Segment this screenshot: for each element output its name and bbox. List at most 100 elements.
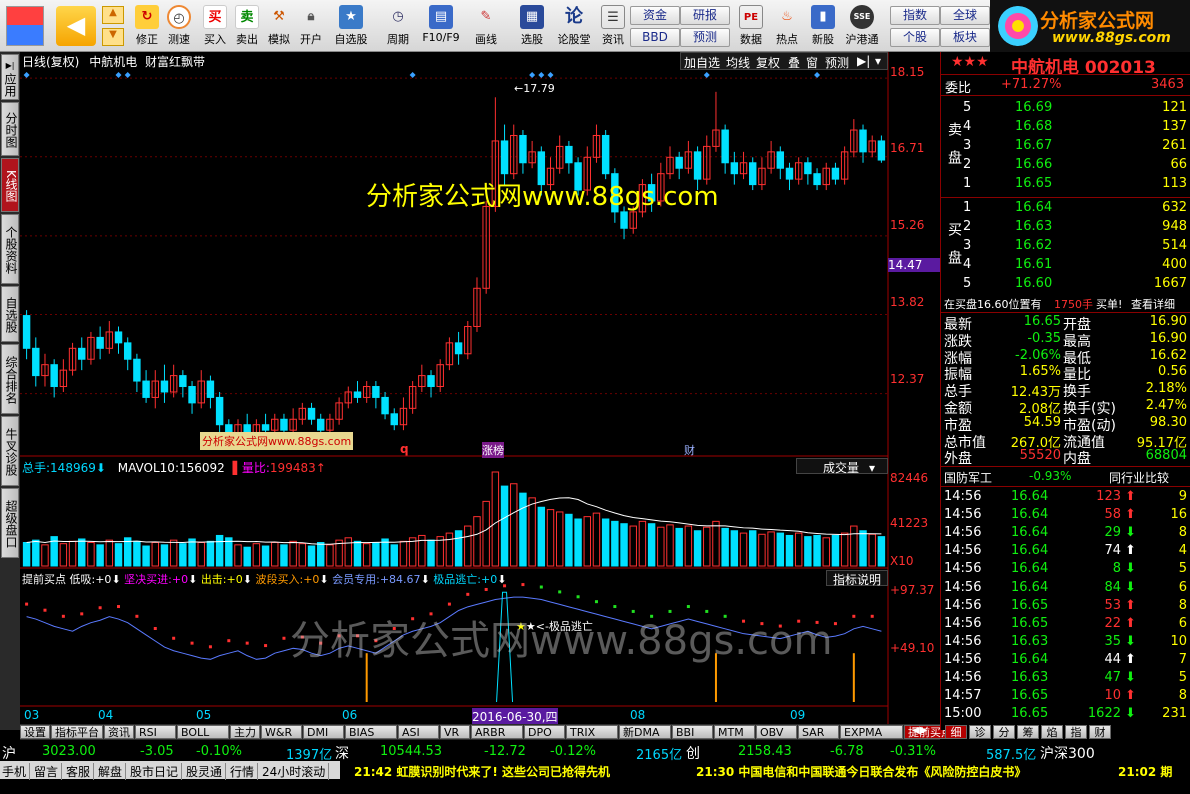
- indicator-tab[interactable]: TRIX: [566, 725, 618, 739]
- stock-picker-button[interactable]: ▦ 选股: [512, 3, 552, 49]
- forecast-button[interactable]: 预测: [680, 28, 730, 47]
- date-marker: 2016-06-30,四: [472, 708, 558, 725]
- research-button[interactable]: 研报: [680, 6, 730, 25]
- hotspot-button[interactable]: ♨ 热点: [770, 3, 804, 49]
- bottom-link[interactable]: 手机: [2, 763, 31, 780]
- add-watch-link[interactable]: 加自选: [684, 54, 720, 71]
- indicator-tab[interactable]: BIAS: [345, 725, 397, 739]
- f10-button[interactable]: ▤ F10/F9: [420, 3, 462, 49]
- expand-icon[interactable]: ▶|: [857, 54, 870, 68]
- quote-tab[interactable]: 指: [1065, 725, 1087, 739]
- indicator-tab[interactable]: ASI: [398, 725, 439, 739]
- indicator-tab[interactable]: MTM: [714, 725, 755, 739]
- tab-app[interactable]: ▶| 应用: [1, 54, 19, 100]
- indicator-tab[interactable]: DMI: [303, 725, 344, 739]
- indicator-dropdown[interactable]: 成交量 ▾: [796, 458, 888, 475]
- app-logo-icon[interactable]: [6, 6, 44, 46]
- tab-kline[interactable]: K线图: [1, 158, 19, 212]
- news-button[interactable]: ☰ 资讯: [596, 3, 630, 49]
- indicator-tab[interactable]: VR: [440, 725, 470, 739]
- ma-link[interactable]: 均线: [726, 54, 750, 71]
- data-button[interactable]: PE 数据: [734, 3, 768, 49]
- tab-diagnose[interactable]: 牛叉诊股: [1, 416, 19, 486]
- lock-icon: 🔒︎: [307, 9, 315, 24]
- view-detail-link[interactable]: 查看详细: [1131, 296, 1175, 312]
- correct-button[interactable]: ↻ 修正: [130, 3, 164, 49]
- ipo-button[interactable]: ▮ 新股: [806, 3, 840, 49]
- forecast-link[interactable]: 预测: [825, 54, 849, 71]
- tab-scroll-icon[interactable]: ◀▶: [912, 725, 940, 739]
- quote-tab[interactable]: 诊: [969, 725, 991, 739]
- chart-area[interactable]: 日线(复权) 中航机电 财富红飘带 加自选 均线 复权 叠 窗 预测 ▶| ▾ …: [20, 52, 940, 725]
- quote-tab[interactable]: 筹: [1017, 725, 1039, 739]
- tab-watchlist[interactable]: 自选股: [1, 286, 19, 342]
- overlay-link[interactable]: 叠: [788, 54, 800, 71]
- bottom-link[interactable]: 留言: [34, 763, 63, 780]
- volume-bar: [840, 532, 849, 567]
- open-account-button[interactable]: 🔒︎ 开户: [294, 3, 328, 49]
- speedtest-button[interactable]: ◴ 测速: [162, 3, 196, 49]
- indicator-tab[interactable]: RSI: [135, 725, 176, 739]
- indicator-tab[interactable]: W&R: [261, 725, 302, 739]
- indicator-help-button[interactable]: 指标说明: [826, 570, 888, 587]
- funds-button[interactable]: 资金: [630, 6, 680, 25]
- bottom-link[interactable]: 解盘: [98, 763, 127, 780]
- sell-button[interactable]: 卖卖出: [230, 3, 264, 49]
- dropdown-icon[interactable]: ▾: [875, 54, 881, 68]
- indicator-tab[interactable]: EXPMA: [840, 725, 903, 739]
- indicator-tab[interactable]: 资讯: [104, 725, 134, 739]
- tab-ranking[interactable]: 综合排名: [1, 344, 19, 414]
- back-arrow-icon[interactable]: ◀: [56, 6, 96, 46]
- global-button[interactable]: 全球: [940, 6, 990, 25]
- adjust-link[interactable]: 复权: [756, 54, 780, 71]
- indicator-tab[interactable]: 设置: [20, 725, 50, 739]
- pen-icon: ✎: [480, 9, 492, 24]
- bottom-link[interactable]: 股市日记: [130, 763, 183, 780]
- news-item-2[interactable]: 21:30 中国电信和中国联通今日联合发布《风险防控白皮书》: [696, 763, 1026, 780]
- bottom-link[interactable]: 股灵通: [186, 763, 227, 780]
- news-ticker[interactable]: 21:42 虹膜识别时代来了! 这些公司已抢得先机 21:30 中国电信和中国联…: [340, 761, 1190, 779]
- tab-timeshare[interactable]: 分时图: [1, 102, 19, 156]
- indicator-tab[interactable]: ARBR: [471, 725, 523, 739]
- indicator-tab[interactable]: DPO: [524, 725, 565, 739]
- arrow-up-icon[interactable]: ▲: [102, 6, 124, 24]
- sector-name[interactable]: 国防军工: [944, 469, 992, 486]
- quote-tab[interactable]: 分: [993, 725, 1015, 739]
- quote-tab[interactable]: 财: [1089, 725, 1111, 739]
- indicator-tab[interactable]: BBI: [672, 725, 713, 739]
- period-button[interactable]: ◷ 周期: [378, 3, 418, 49]
- bottom-link[interactable]: 客服: [66, 763, 95, 780]
- watchlist-button[interactable]: ★ 自选股: [330, 3, 372, 49]
- volume-bar: [445, 532, 454, 567]
- pe-icon: PE: [739, 5, 763, 29]
- arrow-down-icon[interactable]: ▼: [102, 28, 124, 46]
- news-item-1[interactable]: 21:42 虹膜识别时代来了! 这些公司已抢得先机: [354, 763, 610, 780]
- volume-bar: [647, 523, 656, 567]
- bottom-link[interactable]: 24小时滚动: [262, 763, 330, 780]
- indicator-tab[interactable]: 主力: [230, 725, 260, 739]
- bottom-link[interactable]: 行情: [230, 763, 259, 780]
- quote-tab[interactable]: 细: [945, 725, 967, 739]
- stock-button[interactable]: 个股: [890, 28, 940, 47]
- tab-profile[interactable]: 个股资料: [1, 214, 19, 284]
- tab-orderbook[interactable]: 超级盘口: [1, 488, 19, 558]
- indicator-tab[interactable]: OBV: [756, 725, 797, 739]
- indicator-tab[interactable]: 指标平台: [51, 725, 103, 739]
- draw-button[interactable]: ✎ 画线: [466, 3, 506, 49]
- indicator-tab[interactable]: 新DMA: [619, 725, 671, 739]
- sector-button[interactable]: 板块: [940, 28, 990, 47]
- compare-link[interactable]: 同行业比较: [1109, 469, 1169, 486]
- order-note: 在买盘16.60位置有 1750手 买单! 查看详细: [944, 296, 1175, 312]
- bbd-button[interactable]: BBD: [630, 28, 680, 47]
- index-button[interactable]: 指数: [890, 6, 940, 25]
- forum-button[interactable]: 论论股堂: [556, 3, 592, 49]
- stat-value: 68804: [1145, 448, 1187, 464]
- hk-connect-button[interactable]: SSE 沪港通: [842, 3, 882, 49]
- quote-tab[interactable]: 焰: [1041, 725, 1063, 739]
- window-link[interactable]: 窗: [806, 54, 818, 71]
- candle-body: [804, 162, 812, 175]
- simulate-button[interactable]: ⚒ 模拟: [262, 3, 296, 49]
- buy-button[interactable]: 买买入: [198, 3, 232, 49]
- indicator-tab[interactable]: BOLL: [177, 725, 229, 739]
- indicator-tab[interactable]: SAR: [798, 725, 839, 739]
